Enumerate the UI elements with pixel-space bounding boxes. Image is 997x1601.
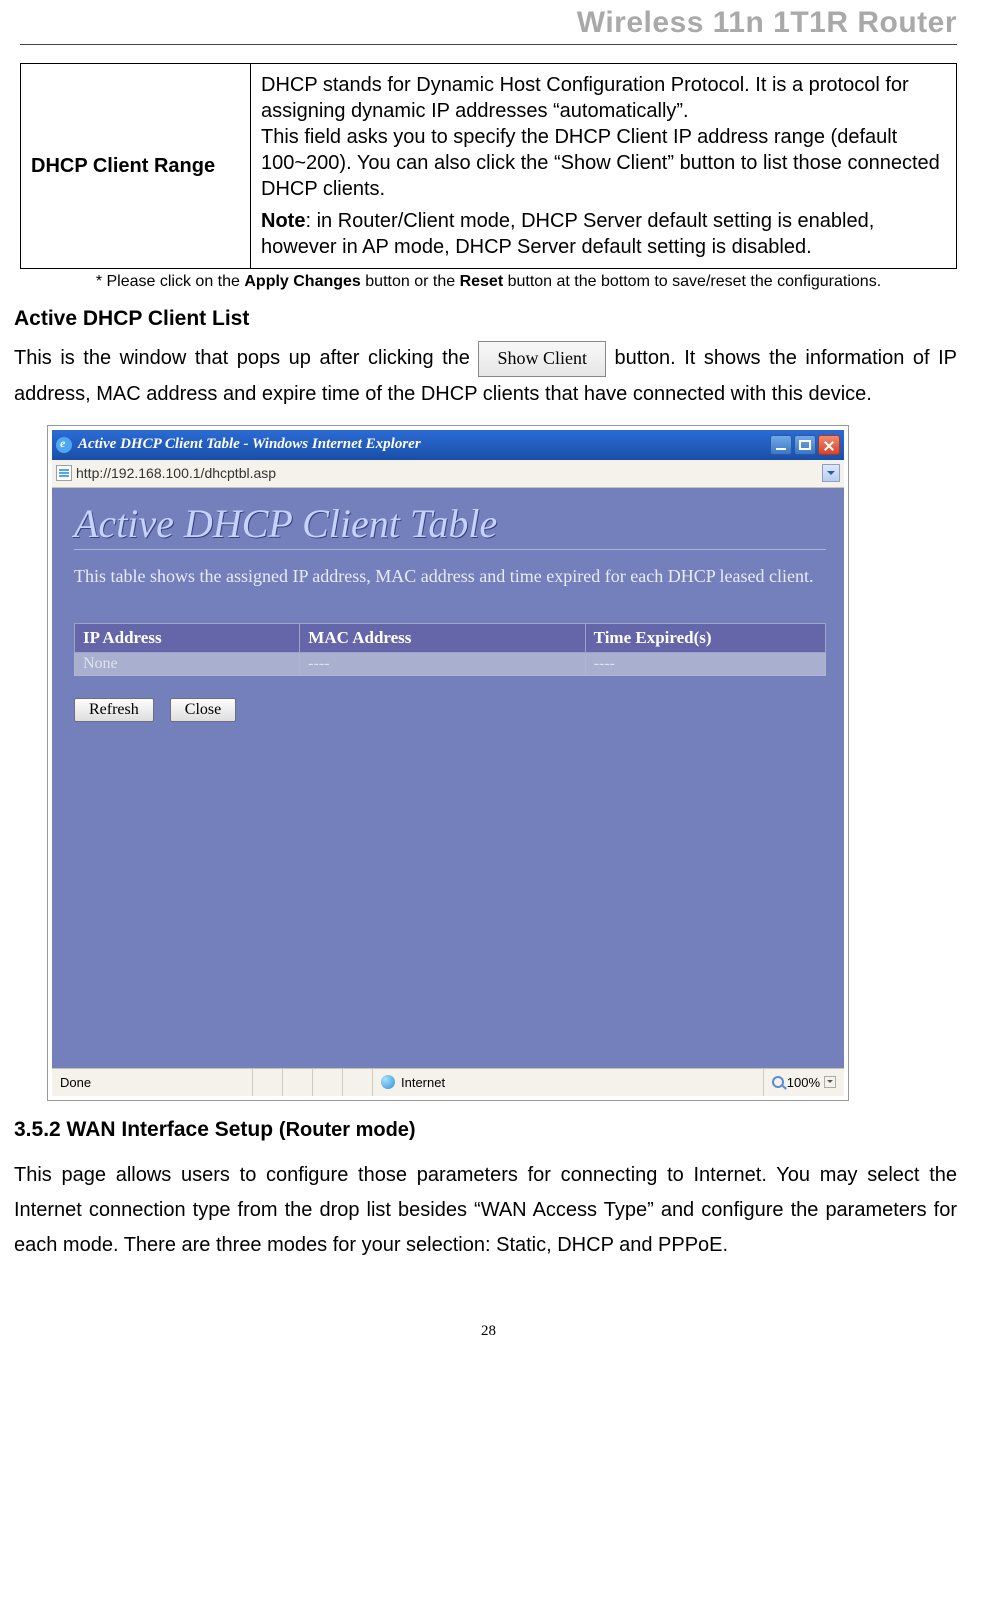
subheading-active-dhcp: Active DHCP Client List (14, 307, 957, 331)
refresh-button[interactable]: Refresh (74, 698, 154, 722)
page-header-title: Wireless 11n 1T1R Router (20, 6, 957, 45)
address-dropdown-icon[interactable] (822, 464, 840, 482)
browser-statusbar: Done Internet 100% (52, 1068, 844, 1096)
page-icon (56, 465, 72, 481)
col-mac: MAC Address (300, 623, 585, 652)
col-ip: IP Address (75, 623, 300, 652)
page-number: 28 (20, 1323, 957, 1340)
close-popup-button[interactable]: Close (170, 698, 236, 722)
browser-window: Active DHCP Client Table - Windows Inter… (48, 426, 848, 1100)
col-time: Time Expired(s) (585, 623, 825, 652)
table-row: None ---- ---- (75, 652, 826, 675)
minimize-button[interactable] (770, 435, 792, 455)
client-table-desc: This table shows the assigned IP address… (74, 564, 826, 589)
chevron-down-icon[interactable] (824, 1076, 836, 1088)
paragraph-1: This is the window that pops up after cl… (14, 341, 957, 412)
status-zone: Internet (372, 1069, 763, 1096)
section-heading-wan: 3.5.2 WAN Interface Setup (Router mode) (14, 1118, 957, 1142)
table-desc-cell: DHCP stands for Dynamic Host Configurati… (251, 64, 957, 269)
browser-content: Active DHCP Client Table This table show… (52, 488, 844, 1068)
url-text[interactable]: http://192.168.100.1/dhcptbl.asp (76, 465, 822, 481)
table-desc-p2: This field asks you to specify the DHCP … (261, 126, 940, 200)
dhcp-client-table: IP Address MAC Address Time Expired(s) N… (74, 623, 826, 676)
address-bar: http://192.168.100.1/dhcptbl.asp (52, 460, 844, 488)
apply-reset-footnote: * Please click on the Apply Changes butt… (20, 273, 957, 291)
status-done: Done (52, 1069, 252, 1096)
show-client-button-inline[interactable]: Show Client (478, 341, 606, 377)
globe-icon (381, 1075, 395, 1089)
client-table-heading: Active DHCP Client Table (74, 500, 826, 550)
close-button[interactable] (818, 435, 840, 455)
magnifier-icon (772, 1076, 784, 1088)
note-text: : in Router/Client mode, DHCP Server def… (261, 210, 874, 258)
table-label-cell: DHCP Client Range (21, 64, 251, 269)
table-desc-p1: DHCP stands for Dynamic Host Configurati… (261, 74, 909, 122)
ie-favicon-icon (56, 437, 72, 453)
dhcp-client-range-table: DHCP Client Range DHCP stands for Dynami… (20, 63, 957, 269)
window-titlebar: Active DHCP Client Table - Windows Inter… (52, 430, 844, 460)
window-title: Active DHCP Client Table - Windows Inter… (78, 436, 770, 453)
status-zoom[interactable]: 100% (763, 1069, 844, 1096)
maximize-button[interactable] (794, 435, 816, 455)
paragraph-2: This page allows users to configure thos… (14, 1158, 957, 1263)
note-label: Note (261, 210, 305, 232)
